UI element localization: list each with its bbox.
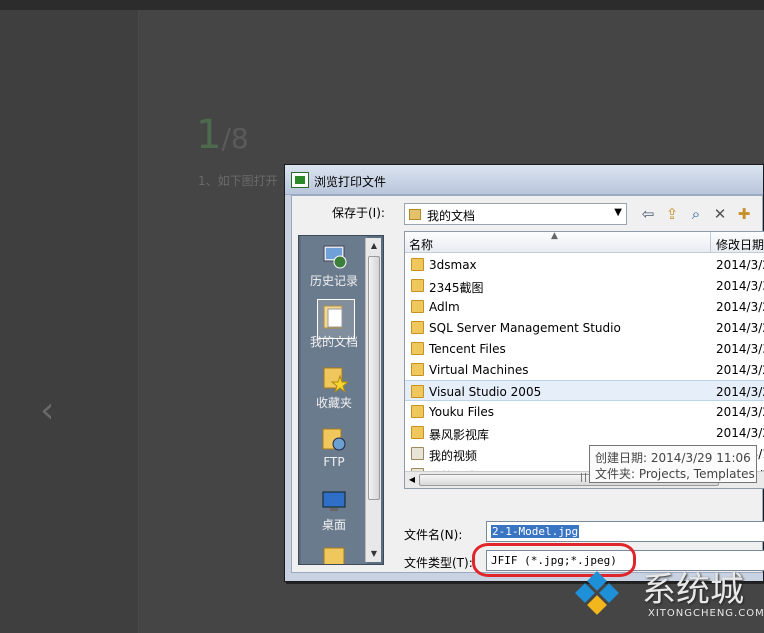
- ftp-icon: [322, 428, 346, 451]
- file-row[interactable]: Adlm 2014/3/2: [405, 296, 764, 317]
- history-icon: [323, 245, 347, 269]
- place-favorites[interactable]: 收藏夹: [303, 364, 365, 411]
- column-header-date[interactable]: 修改日期: [716, 236, 764, 253]
- places-list: 历史记录 我的文档 收藏夹 FTP 桌面: [301, 236, 367, 564]
- folder-icon: [411, 300, 424, 313]
- watermark-text: 系统城: [642, 570, 744, 610]
- save-in-dropdown[interactable]: 我的文档 ▼: [404, 203, 627, 225]
- place-ftp[interactable]: FTP: [303, 425, 365, 469]
- place-label: 历史记录: [309, 274, 358, 288]
- desktop-icon: [322, 491, 346, 511]
- file-date: 2014/3/3: [716, 279, 764, 293]
- file-name: 3dsmax: [429, 258, 477, 272]
- save-in-label: 保存于(I):: [332, 206, 385, 220]
- file-row[interactable]: Visual Studio 2005 2014/3/2: [405, 380, 764, 401]
- places-bar: 历史记录 我的文档 收藏夹 FTP 桌面 ▲ ▼: [298, 235, 384, 565]
- file-date: 2014/3/2: [716, 363, 764, 377]
- file-date: 2014/3/2: [716, 426, 764, 440]
- tooltip-folder-contents: 文件夹: Projects, Templates: [595, 467, 755, 481]
- file-date: 2014/3/2: [716, 405, 764, 419]
- file-name: 我的视频: [429, 449, 478, 463]
- page-current: 1: [196, 112, 222, 158]
- prev-page-arrow-icon[interactable]: ‹: [40, 390, 54, 431]
- file-row[interactable]: 暴风影视库 2014/3/2: [405, 422, 764, 443]
- folder-icon: [411, 258, 424, 271]
- back-icon[interactable]: ⇦: [638, 204, 658, 224]
- dialog-titlebar[interactable]: 浏览打印文件: [285, 165, 763, 195]
- column-divider[interactable]: [710, 232, 711, 253]
- scroll-thumb[interactable]: [368, 256, 380, 500]
- delete-icon[interactable]: ✕: [710, 204, 730, 224]
- file-row[interactable]: 2345截图 2014/3/3: [405, 275, 764, 296]
- app-icon: [291, 172, 309, 188]
- place-label: FTP: [323, 455, 345, 469]
- file-name: SQL Server Management Studio: [429, 321, 621, 335]
- page-total: /8: [221, 122, 249, 155]
- save-in-value: 我的文档: [427, 209, 476, 223]
- folder-icon: [411, 363, 424, 376]
- sort-ascending-icon: ▲: [551, 231, 558, 241]
- up-folder-icon[interactable]: ⇪: [662, 204, 682, 224]
- folder-icon: [411, 405, 424, 418]
- file-name: 暴风影视库: [429, 428, 490, 442]
- watermark-logo: 系统城 XITONGCHENG.COM: [570, 560, 764, 633]
- file-name: Tencent Files: [429, 342, 506, 356]
- search-icon[interactable]: ⌕: [686, 204, 706, 224]
- place-more[interactable]: [303, 542, 365, 564]
- column-header-name[interactable]: 名称: [409, 236, 433, 253]
- scroll-left-icon[interactable]: ◀: [405, 472, 419, 488]
- background-step-text: 1、如下图打开: [198, 174, 278, 188]
- file-date: 2014/3/2: [716, 385, 764, 399]
- watermark-url: XITONGCHENG.COM: [648, 608, 764, 619]
- place-label: 收藏夹: [315, 396, 352, 410]
- file-row[interactable]: Tencent Files 2014/3/3: [405, 338, 764, 359]
- dialog-title: 浏览打印文件: [314, 175, 387, 189]
- selection-highlight: [317, 299, 355, 339]
- chevron-down-icon: ▼: [614, 207, 622, 218]
- place-my-documents[interactable]: 我的文档: [303, 299, 365, 350]
- filename-value: 2-1-Model.jpg: [491, 525, 580, 538]
- places-scrollbar[interactable]: ▲ ▼: [365, 238, 381, 562]
- folder-icon: [411, 321, 424, 334]
- tooltip-created-date: 创建日期: 2014/3/29 11:06: [595, 451, 751, 465]
- folder-icon: [411, 279, 424, 292]
- file-name: Visual Studio 2005: [429, 385, 542, 399]
- folder-icon: [409, 209, 421, 220]
- new-folder-icon[interactable]: ✚: [734, 204, 754, 224]
- file-name: Adlm: [429, 300, 460, 314]
- file-date: 2014/3/2: [716, 258, 764, 272]
- folder-icon: [411, 385, 424, 398]
- filetype-label: 文件类型(T):: [404, 556, 473, 570]
- file-date: 2014/3/3: [716, 342, 764, 356]
- file-list-header: 名称 ▲ 修改日期: [405, 232, 764, 253]
- place-label: 桌面: [321, 518, 346, 532]
- dialog-body: 保存于(I): 我的文档 ▼ ⇦ ⇪ ⌕ ✕ ✚ 历史记录 我的文档 收藏夹 F…: [291, 195, 764, 573]
- file-icon: [411, 447, 424, 460]
- page-counter: 1/8: [196, 112, 249, 158]
- folder-icon: [323, 547, 345, 564]
- top-bar: [0, 0, 764, 10]
- place-history[interactable]: 历史记录: [303, 242, 365, 289]
- file-row[interactable]: Virtual Machines 2014/3/2: [405, 359, 764, 380]
- favorites-icon: [323, 367, 348, 392]
- file-row[interactable]: Youku Files 2014/3/2: [405, 401, 764, 422]
- folder-icon: [411, 426, 424, 439]
- file-row[interactable]: 3dsmax 2014/3/2: [405, 254, 764, 275]
- file-name: Youku Files: [429, 405, 495, 419]
- file-date: 2014/3/2: [716, 321, 764, 335]
- folder-tooltip: 创建日期: 2014/3/29 11:06 文件夹: Projects, Tem…: [589, 445, 757, 483]
- file-date: 2014/3/2: [716, 300, 764, 314]
- scroll-down-icon[interactable]: ▼: [366, 546, 382, 562]
- place-desktop[interactable]: 桌面: [303, 486, 365, 533]
- scroll-up-icon[interactable]: ▲: [366, 238, 382, 254]
- browse-print-file-dialog: 浏览打印文件 保存于(I): 我的文档 ▼ ⇦ ⇪ ⌕ ✕ ✚ 历史记录 我的文…: [284, 164, 764, 582]
- file-name: 2345截图: [429, 281, 484, 295]
- filename-label: 文件名(N):: [404, 528, 463, 542]
- filename-input[interactable]: 2-1-Model.jpg: [486, 521, 764, 542]
- folder-icon: [411, 342, 424, 355]
- file-name: Virtual Machines: [429, 363, 529, 377]
- file-row[interactable]: SQL Server Management Studio 2014/3/2: [405, 317, 764, 338]
